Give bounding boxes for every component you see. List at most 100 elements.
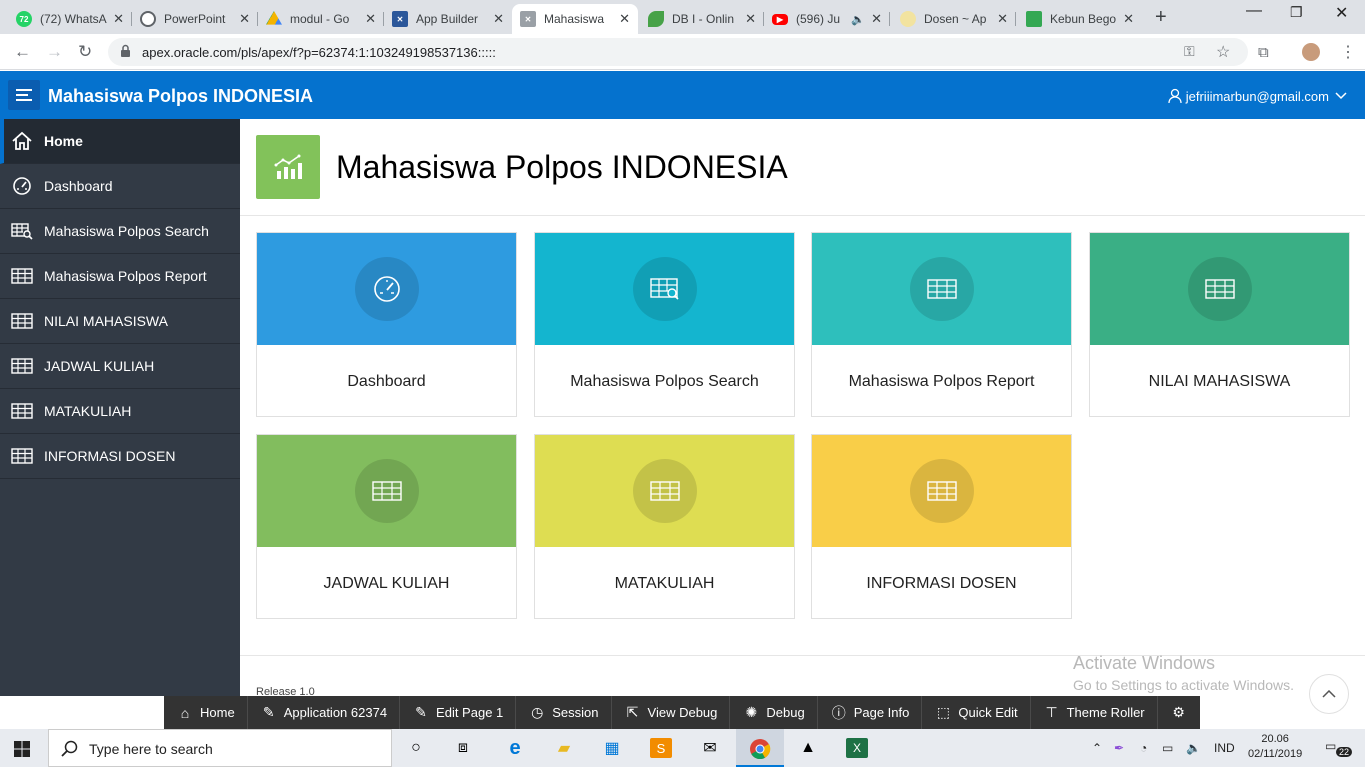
menu-icon[interactable]: ⋮ — [1340, 42, 1356, 62]
sidebar-item-mahasiswa-search[interactable]: Mahasiswa Polpos Search — [0, 209, 240, 254]
sidebar-item-informasi-dosen[interactable]: INFORMASI DOSEN — [0, 434, 240, 479]
browser-tab[interactable]: Dosen ~ Ap ✕ — [892, 4, 1016, 34]
extension-icon[interactable]: ⧉ — [1258, 44, 1269, 61]
sidebar-item-label: Mahasiswa Polpos Search — [44, 223, 209, 239]
tab-label: PowerPoint — [164, 12, 226, 26]
photos-icon[interactable]: ▲ — [797, 738, 819, 758]
browser-toolbar: ← → ↻ apex.oracle.com/pls/apex/f?p=62374… — [0, 34, 1365, 70]
sidebar-item-matakuliah[interactable]: MATAKULIAH — [0, 389, 240, 434]
activate-windows-title: Activate Windows — [1073, 653, 1216, 673]
browser-tab[interactable]: ✕ App Builder ✕ — [384, 4, 512, 34]
tab-label: Mahasiswa — [544, 12, 605, 26]
browser-tab[interactable]: modul - Go ✕ — [258, 4, 384, 34]
browser-tab[interactable]: PowerPoint ✕ — [132, 4, 258, 34]
sidebar-item-dashboard[interactable]: Dashboard — [0, 164, 240, 209]
sidebar-item-home[interactable]: Home — [0, 119, 240, 164]
devbar-label: Theme Roller — [1066, 705, 1145, 720]
sidebar-item-mahasiswa-report[interactable]: Mahasiswa Polpos Report — [0, 254, 240, 299]
devbar-debug-button[interactable]: ✺ Debug — [730, 696, 818, 729]
profile-avatar-icon[interactable] — [1302, 43, 1320, 61]
devbar-theme-roller-button[interactable]: ⊤ Theme Roller — [1031, 696, 1158, 729]
close-icon[interactable]: ✕ — [239, 11, 250, 27]
card-nilai-mahasiswa[interactable]: NILAI MAHASISWA — [1089, 232, 1350, 417]
close-icon[interactable]: ✕ — [745, 11, 756, 27]
language-indicator[interactable]: IND — [1214, 741, 1235, 755]
browser-tab[interactable]: Kebun Bego ✕ — [1018, 4, 1142, 34]
close-icon[interactable]: ✕ — [113, 11, 124, 27]
developer-toolbar: ⌂ Home ✎ Application 62374 ✎ Edit Page 1 ◷ S… — [164, 696, 1200, 729]
reload-icon[interactable]: ↻ — [78, 42, 92, 62]
devbar-view-debug-button[interactable]: ⇱ View Debug — [612, 696, 731, 729]
card-dashboard[interactable]: Dashboard — [256, 232, 517, 417]
taskbar-search-box[interactable]: Type here to search — [48, 729, 392, 767]
card-jadwal-kuliah[interactable]: JADWAL KULIAH — [256, 434, 517, 619]
dashboard-icon — [11, 177, 33, 195]
hamburger-menu-icon[interactable] — [8, 80, 40, 110]
devbar-page-info-button[interactable]: ⓘ Page Info — [818, 696, 923, 729]
close-icon[interactable]: ✕ — [1123, 11, 1134, 27]
chrome-taskbar-button[interactable] — [736, 729, 784, 767]
close-icon[interactable]: ✕ — [997, 11, 1008, 27]
minimize-icon[interactable]: — — [1246, 2, 1262, 20]
sublime-text-icon[interactable]: S — [650, 738, 672, 758]
card-mahasiswa-report[interactable]: Mahasiswa Polpos Report — [811, 232, 1072, 417]
sidebar-item-jadwal-kuliah[interactable]: JADWAL KULIAH — [0, 344, 240, 389]
search-icon — [61, 740, 78, 757]
devbar-label: Page Info — [853, 705, 910, 720]
user-menu[interactable]: jefriiimarbun@gmail.com — [1168, 88, 1347, 104]
devbar-application-button[interactable]: ✎ Application 62374 — [248, 696, 401, 729]
restore-icon[interactable]: ❐ — [1290, 4, 1303, 21]
forward-icon[interactable]: → — [46, 42, 63, 62]
star-icon[interactable]: ☆ — [1216, 42, 1230, 62]
app-title[interactable]: Mahasiswa Polpos INDONESIA — [48, 86, 313, 107]
notification-icon[interactable]: ▭ — [1325, 739, 1336, 753]
tab-label: (72) WhatsA — [40, 12, 107, 26]
close-icon[interactable]: ✕ — [619, 11, 630, 27]
close-icon[interactable]: ✕ — [365, 11, 376, 27]
devbar-settings-button[interactable]: ⚙ — [1158, 696, 1200, 729]
back-icon[interactable]: ← — [14, 42, 31, 62]
speaker-icon[interactable]: 🔈 — [851, 13, 865, 26]
address-bar[interactable]: apex.oracle.com/pls/apex/f?p=62374:1:103… — [108, 38, 1248, 66]
sidebar-item-nilai-mahasiswa[interactable]: NILAI MAHASISWA — [0, 299, 240, 344]
card-mahasiswa-search[interactable]: Mahasiswa Polpos Search — [534, 232, 795, 417]
cortana-icon[interactable]: ○ — [405, 738, 427, 758]
window-close-icon[interactable]: ✕ — [1335, 3, 1348, 23]
info-icon: ⓘ — [831, 704, 846, 721]
store-icon[interactable]: ▦ — [601, 738, 623, 758]
browser-tab-active[interactable]: ✕ Mahasiswa ✕ — [512, 4, 638, 34]
volume-icon[interactable]: 🔈 — [1186, 741, 1201, 755]
scroll-top-button[interactable] — [1309, 674, 1349, 714]
browser-tab[interactable]: ▶ (596) Ju 🔈 ✕ — [764, 4, 890, 34]
taskbar-clock[interactable]: 20.06 02/11/2019 — [1248, 732, 1302, 762]
windows-taskbar: Type here to search ○ ⧈ e ▰ ▦ S ✉ ▲ X ⌃ … — [0, 729, 1365, 767]
pen-icon[interactable]: ✒ — [1114, 741, 1124, 755]
devbar-home-button[interactable]: ⌂ Home — [164, 696, 248, 729]
devbar-quick-edit-button[interactable]: ⬚ Quick Edit — [922, 696, 1031, 729]
new-tab-icon[interactable]: + — [1155, 6, 1167, 29]
file-explorer-icon[interactable]: ▰ — [553, 738, 575, 758]
tray-expand-icon[interactable]: ⌃ — [1092, 741, 1102, 755]
network-icon[interactable]: ◔ — [1140, 741, 1147, 755]
excel-icon[interactable]: X — [846, 738, 868, 758]
close-icon[interactable]: ✕ — [493, 11, 504, 27]
table-icon — [11, 267, 33, 285]
mail-icon[interactable]: ✉ — [699, 738, 721, 758]
devbar-edit-page-button[interactable]: ✎ Edit Page 1 — [400, 696, 517, 729]
browser-tab[interactable]: DB I - Onlin ✕ — [640, 4, 764, 34]
windows-start-icon[interactable] — [14, 741, 30, 757]
browser-tab[interactable]: 72 (72) WhatsA ✕ — [8, 4, 132, 34]
table-icon — [910, 459, 974, 523]
battery-icon[interactable]: ▭ — [1162, 741, 1173, 755]
task-view-icon[interactable]: ⧈ — [452, 738, 474, 758]
close-icon[interactable]: ✕ — [871, 11, 882, 27]
card-informasi-dosen[interactable]: INFORMASI DOSEN — [811, 434, 1072, 619]
devbar-session-button[interactable]: ◷ Session — [516, 696, 612, 729]
chevron-down-icon — [1335, 92, 1347, 100]
card-matakuliah[interactable]: MATAKULIAH — [534, 434, 795, 619]
user-icon — [1168, 88, 1182, 104]
browser-tab-bar: 72 (72) WhatsA ✕ PowerPoint ✕ modul - Go… — [0, 0, 1365, 34]
table-icon — [1188, 257, 1252, 321]
edge-icon[interactable]: e — [504, 737, 526, 759]
key-icon[interactable]: ⚿ — [1184, 43, 1195, 60]
